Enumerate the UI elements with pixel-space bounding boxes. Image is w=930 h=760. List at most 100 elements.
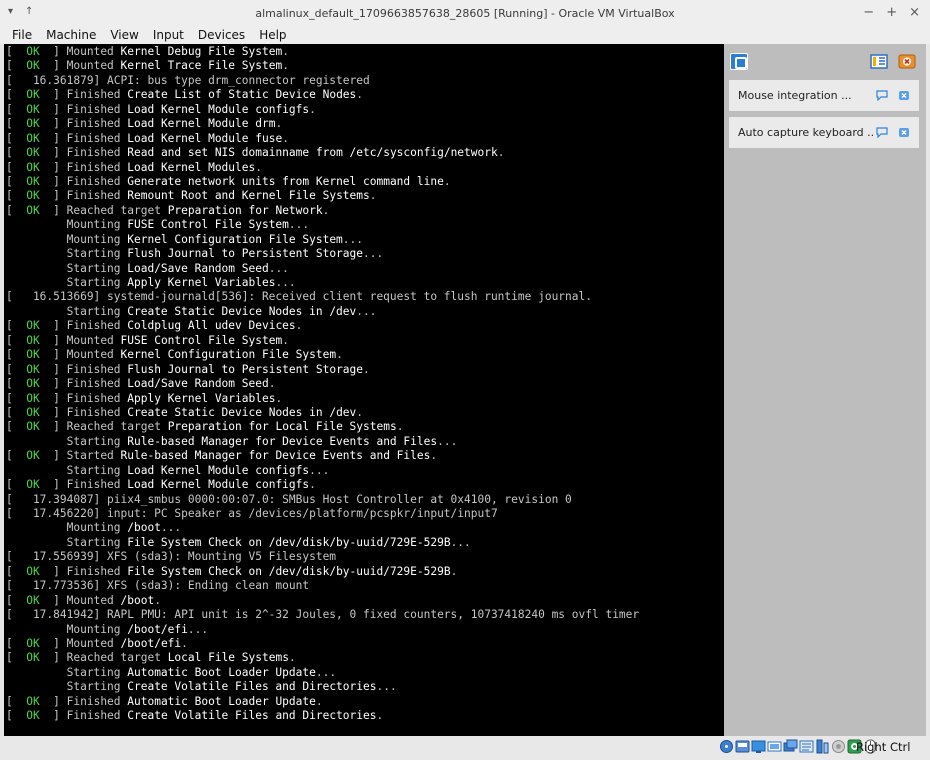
console-text: [ xyxy=(6,362,27,376)
shared-folders-icon[interactable] xyxy=(799,739,814,754)
console-text: ] Finished xyxy=(39,694,128,708)
console-text: Starting xyxy=(6,434,128,448)
window-menu-controls[interactable]: ▾ ↑ xyxy=(8,6,33,17)
console-text: . xyxy=(275,391,283,405)
console-text: [ 17.841942] RAPL PMU: API unit is 2^-32… xyxy=(6,608,640,622)
console-line: [ OK ] Finished Load Kernel Modules. xyxy=(6,161,724,175)
console-line: [ OK ] Finished Load Kernel Module drm. xyxy=(6,117,724,131)
recording-icon[interactable] xyxy=(831,739,846,754)
window-menu-icon[interactable]: ▾ xyxy=(8,6,13,17)
console-text: [ 16.361879] ACPI: bus type drm_connecto… xyxy=(6,73,370,87)
console-text: ] Finished xyxy=(39,117,128,131)
console-text: [ xyxy=(6,59,27,73)
unit-name: Create List of Static Device Nodes xyxy=(127,88,357,102)
minimize-button[interactable]: − xyxy=(863,5,874,20)
unit-name: Load Kernel Module configfs xyxy=(127,478,310,492)
console-text: [ xyxy=(6,88,27,102)
card-close-icon[interactable] xyxy=(897,90,911,102)
console-line: Starting File System Check on /dev/disk/… xyxy=(6,536,724,550)
panel-toggle-icon[interactable] xyxy=(870,53,888,70)
close-all-icon[interactable] xyxy=(898,53,916,70)
console-text: [ xyxy=(6,593,27,607)
status-ok-badge: OK xyxy=(26,174,40,188)
console-text: [ xyxy=(6,636,27,650)
usb-icon[interactable] xyxy=(783,739,798,754)
vm-console-screen[interactable]: [ OK ] Mounted Kernel Debug File System.… xyxy=(4,44,724,736)
notification-center-header xyxy=(724,44,926,80)
card-close-icon[interactable] xyxy=(897,127,911,139)
console-text: ] Mounted xyxy=(39,348,121,362)
console-line: Mounting Kernel Configuration File Syste… xyxy=(6,233,724,247)
console-line: Starting Rule-based Manager for Device E… xyxy=(6,435,724,449)
console-text: ] Finished xyxy=(39,174,128,188)
console-text: Mounting xyxy=(6,232,128,246)
console-text: . xyxy=(396,420,404,434)
menu-view[interactable]: View xyxy=(110,28,138,42)
optical-drive-icon[interactable] xyxy=(735,739,750,754)
notification-card-mouse-integration[interactable]: Mouse integration ... xyxy=(729,80,919,111)
console-line: [ OK ] Finished Automatic Boot Loader Up… xyxy=(6,695,724,709)
close-button[interactable]: × xyxy=(909,5,920,20)
display-icon[interactable] xyxy=(815,739,830,754)
unit-name: Flush Journal to Persistent Storage xyxy=(127,247,363,261)
console-text: Mounting xyxy=(6,218,128,232)
status-ok-badge: OK xyxy=(26,189,40,203)
maximize-button[interactable]: + xyxy=(886,5,897,20)
console-text: ... xyxy=(363,247,384,261)
console-line: [ OK ] Finished Read and set NIS domainn… xyxy=(6,146,724,160)
message-toggle-icon[interactable] xyxy=(875,90,889,102)
console-text: Starting xyxy=(6,463,128,477)
audio-icon[interactable] xyxy=(751,739,766,754)
unit-name: Read and set NIS domainname from /etc/sy… xyxy=(127,146,498,160)
menu-file[interactable]: File xyxy=(12,28,32,42)
console-line: [ OK ] Finished Load/Save Random Seed. xyxy=(6,377,724,391)
notification-card-label: Mouse integration ... xyxy=(738,89,852,102)
console-text: . xyxy=(356,88,364,102)
console-text: [ xyxy=(6,117,27,131)
menu-machine[interactable]: Machine xyxy=(46,28,96,42)
console-text: ] Mounted xyxy=(39,636,121,650)
unit-name: File System Check on /dev/disk/by-uuid/7… xyxy=(127,564,451,578)
console-text: [ 17.556939] XFS (sda3): Mounting V5 Fil… xyxy=(6,550,337,564)
menu-input[interactable]: Input xyxy=(153,28,184,42)
console-text: Starting xyxy=(6,247,128,261)
unit-name: Load Kernel Module configfs xyxy=(127,102,310,116)
status-ok-badge: OK xyxy=(26,59,40,73)
unit-name: /boot/efi xyxy=(120,636,182,650)
console-text: . xyxy=(363,362,370,376)
console-text: ] Mounted xyxy=(39,45,121,58)
console-text: . xyxy=(450,564,458,578)
network-icon[interactable] xyxy=(767,739,782,754)
menu-help[interactable]: Help xyxy=(259,28,286,42)
info-icon[interactable] xyxy=(730,53,748,70)
console-text: [ xyxy=(6,348,27,362)
status-ok-badge: OK xyxy=(26,146,40,160)
console-text: ... xyxy=(187,622,209,636)
console-text: ... xyxy=(288,218,310,232)
console-text: [ 17.773536] XFS (sda3): Ending clean mo… xyxy=(6,579,310,593)
console-line: Mounting /boot/efi... xyxy=(6,623,724,637)
status-ok-badge: OK xyxy=(26,117,40,131)
message-toggle-icon[interactable] xyxy=(875,127,889,139)
console-text: [ xyxy=(6,478,27,492)
console-line: [ 17.773536] XFS (sda3): Ending clean mo… xyxy=(6,579,724,593)
unit-name: Load Kernel Module fuse xyxy=(127,131,283,145)
window-titlebar[interactable]: ▾ ↑ almalinux_default_1709663857638_2860… xyxy=(0,0,930,26)
console-text: . xyxy=(356,405,364,419)
window-title: almalinux_default_1709663857638_28605 [R… xyxy=(255,6,675,20)
console-text: [ xyxy=(6,377,27,391)
console-line: [ OK ] Finished Flush Journal to Persist… xyxy=(6,363,724,377)
hard-disk-icon[interactable] xyxy=(719,739,734,754)
menu-devices[interactable]: Devices xyxy=(198,28,245,42)
keep-above-icon[interactable]: ↑ xyxy=(25,6,33,17)
unit-name: File System Check on /dev/disk/by-uuid/7… xyxy=(127,535,451,549)
unit-name: /boot xyxy=(120,593,155,607)
unit-name: Automatic Boot Loader Update xyxy=(127,694,316,708)
console-text: ] Finished xyxy=(39,146,128,160)
unit-name: Kernel Debug File System xyxy=(120,45,283,58)
status-ok-badge: OK xyxy=(26,102,40,116)
notification-center: Mouse integration ... Auto capture keybo… xyxy=(724,44,926,736)
console-text: . xyxy=(336,348,343,362)
notification-card-auto-capture-keyboard[interactable]: Auto capture keyboard ... xyxy=(729,117,919,148)
console-text: Starting xyxy=(6,535,128,549)
